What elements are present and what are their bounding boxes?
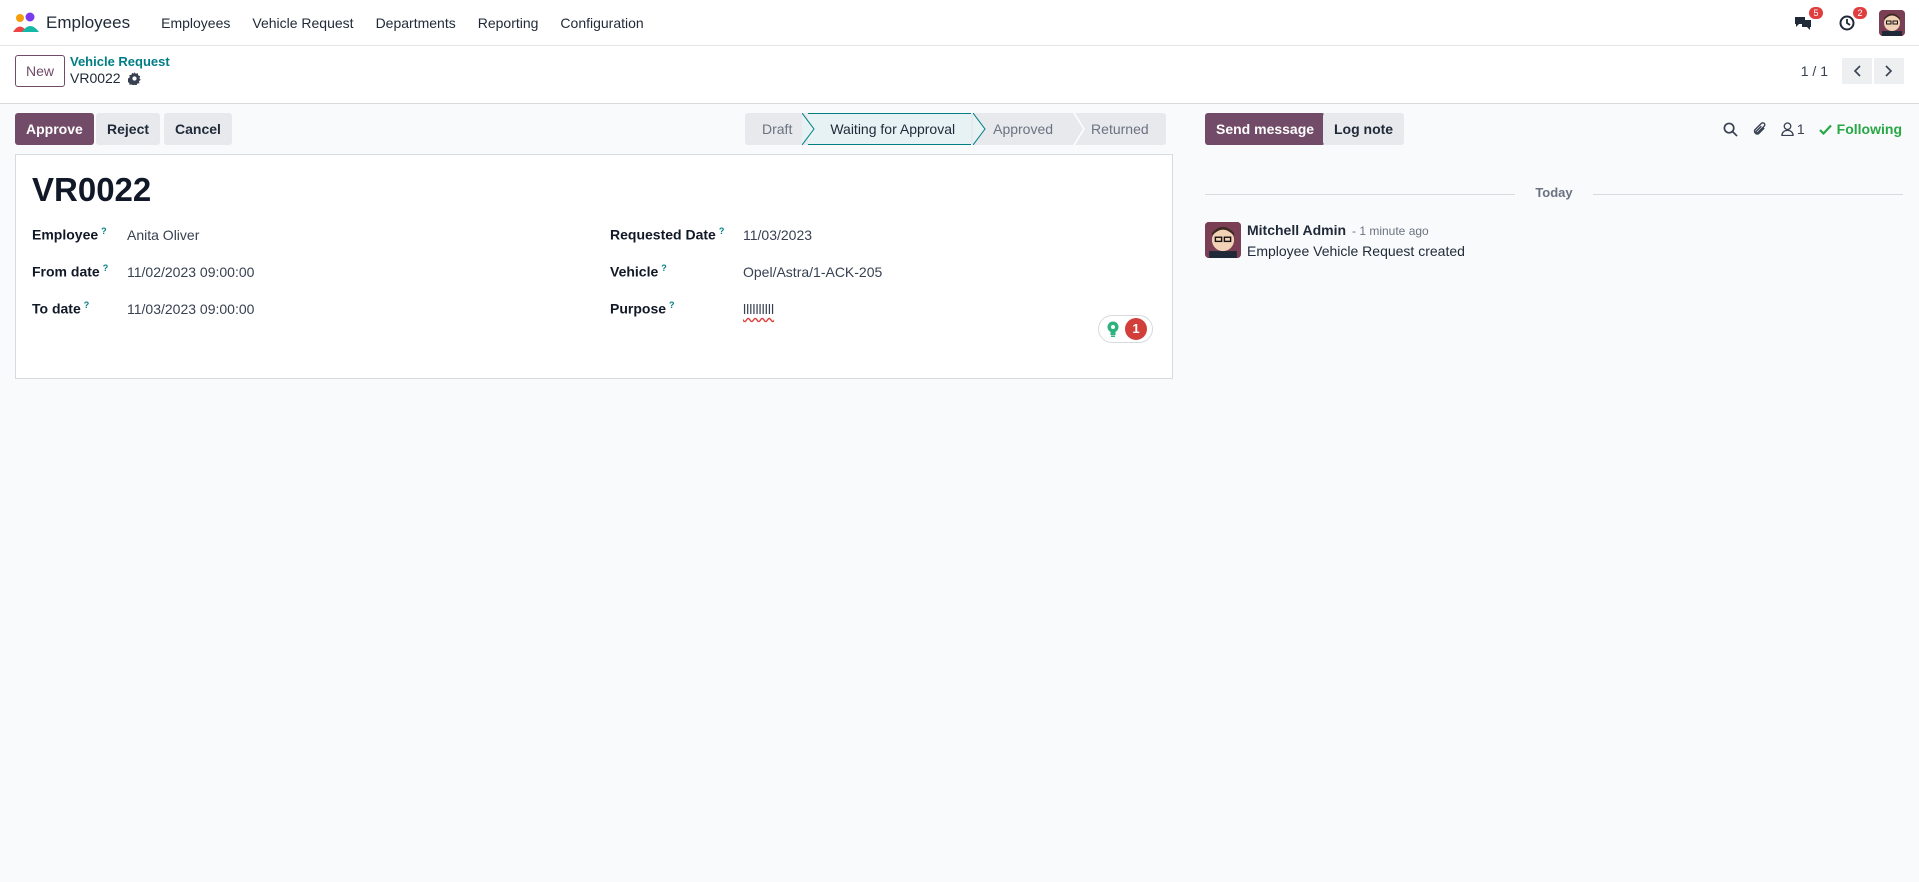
attachments-button[interactable]	[1752, 121, 1767, 137]
pager-value[interactable]: 1 / 1	[1801, 63, 1828, 79]
help-tooltip-icon[interactable]: ?	[103, 263, 109, 273]
from-date-field[interactable]: 11/02/2023 09:00:00	[127, 264, 254, 280]
form-sheet: VR0022 Employee? Anita Oliver From date?…	[15, 154, 1173, 379]
day-label: Today	[1535, 185, 1573, 200]
search-icon	[1723, 122, 1738, 137]
cancel-button[interactable]: Cancel	[164, 113, 232, 145]
user-icon	[1781, 122, 1794, 136]
to-date-label: To date?	[32, 300, 90, 317]
messages-badge: 5	[1809, 7, 1823, 19]
stage-draft[interactable]: Draft	[745, 113, 809, 145]
breadcrumb-current-label: VR0022	[70, 70, 121, 86]
chevron-right-icon	[1885, 65, 1893, 77]
send-message-button[interactable]: Send message	[1205, 113, 1326, 145]
app-brand[interactable]: Employees	[12, 12, 150, 34]
new-button[interactable]: New	[15, 55, 66, 87]
user-face-icon	[1205, 222, 1241, 258]
menu-configuration[interactable]: Configuration	[549, 15, 654, 31]
approve-button[interactable]: Approve	[15, 113, 94, 145]
pager-next-button[interactable]	[1874, 58, 1904, 84]
stage-divider	[1073, 113, 1085, 145]
clock-icon	[1839, 15, 1855, 31]
record-title[interactable]: VR0022	[32, 171, 151, 209]
message-date: - 1 minute ago	[1352, 224, 1429, 238]
message-author-avatar[interactable]	[1205, 222, 1241, 258]
chatter-toolbar: 1 Following	[1709, 113, 1902, 145]
chat-bubbles-icon	[1795, 17, 1811, 30]
check-icon	[1818, 124, 1832, 135]
help-tooltip-icon[interactable]: ?	[719, 226, 725, 236]
following-label: Following	[1836, 121, 1902, 137]
menu-reporting[interactable]: Reporting	[467, 15, 550, 31]
requested-date-label: Requested Date?	[610, 226, 725, 243]
requested-date-field[interactable]: 11/03/2023	[743, 227, 812, 243]
employee-label: Employee?	[32, 226, 107, 243]
stage-waiting-for-approval[interactable]: Waiting for Approval	[808, 113, 972, 145]
user-avatar[interactable]	[1879, 10, 1905, 36]
stage-arrow-left	[802, 113, 815, 145]
vehicle-label: Vehicle?	[610, 263, 667, 280]
to-date-field[interactable]: 11/03/2023 09:00:00	[127, 301, 254, 317]
message-body: Employee Vehicle Request created	[1247, 243, 1465, 259]
help-tooltip-icon[interactable]: ?	[84, 300, 90, 310]
log-note-button[interactable]: Log note	[1323, 113, 1405, 145]
message-author[interactable]: Mitchell Admin	[1247, 222, 1346, 238]
menu-employees[interactable]: Employees	[150, 15, 241, 31]
paperclip-icon	[1753, 122, 1766, 135]
from-date-label: From date?	[32, 263, 109, 280]
suggestion-count-badge: 1	[1125, 318, 1147, 340]
pager-previous-button[interactable]	[1842, 58, 1872, 84]
breadcrumb-vehicle-request[interactable]: Vehicle Request	[70, 54, 170, 69]
control-panel: New Vehicle Request VR0022 1 / 1	[0, 46, 1919, 104]
search-messages-button[interactable]	[1723, 122, 1738, 137]
purpose-label: Purpose?	[610, 300, 675, 317]
help-tooltip-icon[interactable]: ?	[101, 226, 107, 236]
messaging-menu[interactable]: 5	[1791, 7, 1823, 35]
purpose-field[interactable]: llllllllll	[743, 301, 774, 317]
breadcrumb-current: VR0022	[70, 70, 141, 86]
activities-badge: 2	[1853, 7, 1867, 19]
reject-button[interactable]: Reject	[96, 113, 161, 145]
pager: 1 / 1	[1801, 58, 1904, 84]
app-name: Employees	[46, 12, 131, 32]
stage-arrow-right	[973, 113, 986, 145]
day-separator: Today	[1205, 185, 1903, 203]
vehicle-field[interactable]: Opel/Astra/1-ACK-205	[743, 264, 882, 280]
user-face-icon	[1879, 10, 1905, 36]
menu-vehicle-request[interactable]: Vehicle Request	[241, 15, 364, 31]
help-tooltip-icon[interactable]: ?	[669, 300, 675, 310]
help-tooltip-icon[interactable]: ?	[661, 263, 667, 273]
menu-departments[interactable]: Departments	[365, 15, 467, 31]
lightbulb-icon	[1107, 321, 1119, 337]
followers-count: 1	[1796, 121, 1805, 137]
top-navbar: Employees Employees Vehicle Request Depa…	[0, 0, 1919, 46]
activity-menu[interactable]: 2	[1835, 7, 1867, 35]
employee-field[interactable]: Anita Oliver	[127, 227, 199, 243]
following-toggle[interactable]: Following	[1818, 121, 1902, 137]
followers-button[interactable]: 1	[1781, 121, 1805, 137]
spellcheck-suggestion-widget[interactable]: 1	[1098, 315, 1153, 343]
employees-app-icon	[12, 12, 40, 34]
chevron-left-icon	[1853, 65, 1861, 77]
gear-icon[interactable]	[127, 71, 141, 85]
